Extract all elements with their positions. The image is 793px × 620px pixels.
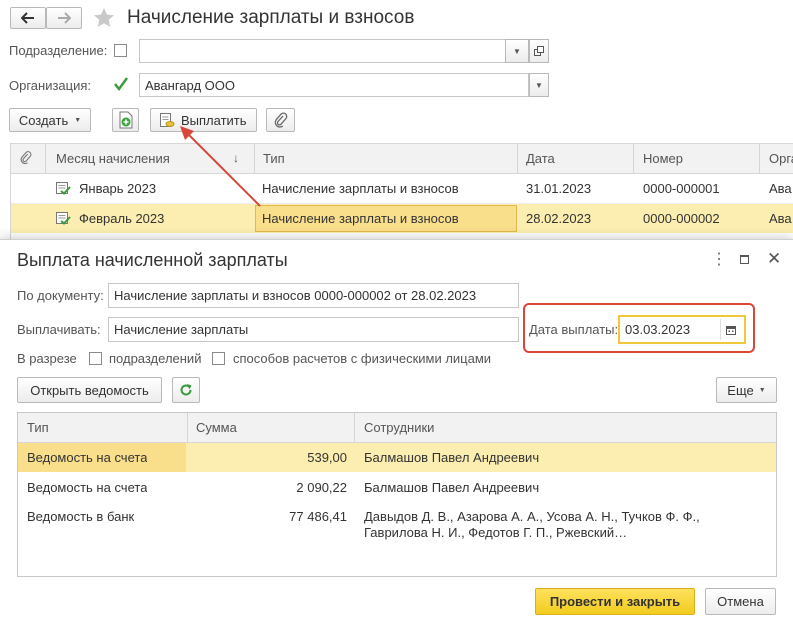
cell-type: Ведомость на счета <box>27 450 148 465</box>
cell-date: 31.01.2023 <box>526 181 592 196</box>
arrow-right-icon <box>58 12 71 24</box>
organization-dropdown-button[interactable]: ▼ <box>529 73 549 97</box>
cell-number: 0000-000002 <box>643 211 720 226</box>
star-icon[interactable] <box>92 6 116 33</box>
paperclip-icon <box>274 112 287 128</box>
more-vertical-icon[interactable]: ⋮ <box>711 250 727 270</box>
department-checkbox[interactable] <box>114 44 127 57</box>
create-button-label: Создать <box>18 112 69 128</box>
pay-field[interactable]: Начисление зарплаты <box>108 317 519 342</box>
cell-org: Ава <box>769 211 792 226</box>
department-dropdown-button[interactable]: ▼ <box>505 39 529 63</box>
triangle-down-icon: ▼ <box>74 116 82 124</box>
table-row[interactable]: Ведомость на счета 2 090,22 Балмашов Пав… <box>18 473 776 502</box>
maximize-icon[interactable] <box>740 255 749 264</box>
paperclip-icon <box>20 150 32 168</box>
column-header-org[interactable]: Орга <box>769 144 793 173</box>
open-sheet-button[interactable]: Открыть ведомость <box>17 377 162 403</box>
column-header-type[interactable]: Тип <box>27 413 49 442</box>
column-header-number[interactable]: Номер <box>643 144 683 173</box>
triangle-down-icon: ▼ <box>758 386 766 394</box>
back-button[interactable] <box>10 7 46 29</box>
by-methods-checkbox[interactable] <box>212 352 225 365</box>
column-header-date[interactable]: Дата <box>526 144 555 173</box>
cell-month: Февраль 2023 <box>79 211 165 226</box>
payments-table: Тип Сумма Сотрудники Ведомость на счета … <box>17 412 777 577</box>
section-label: В разрезе <box>17 351 77 366</box>
refresh-button[interactable] <box>172 377 200 403</box>
cell-employees: Балмашов Павел Андреевич <box>364 480 540 495</box>
pay-label: Выплачивать: <box>17 322 101 337</box>
new-document-button[interactable] <box>112 108 139 132</box>
cell-type: Начисление зарплаты и взносов <box>262 181 459 196</box>
create-button[interactable]: Создать ▼ <box>9 108 91 132</box>
forward-button[interactable] <box>46 7 82 29</box>
by-departments-checkbox[interactable] <box>89 352 102 365</box>
more-button[interactable]: Еще ▼ <box>716 377 777 403</box>
table-row[interactable]: Январь 2023 Начисление зарплаты и взносо… <box>11 174 793 204</box>
by-departments-label[interactable]: подразделений <box>109 351 201 366</box>
annotation-arrow <box>180 126 261 207</box>
triangle-down-icon: ▼ <box>535 80 543 90</box>
column-header-sum[interactable]: Сумма <box>196 413 237 442</box>
document-list: Месяц начисления ↓ Тип Дата Номер Орга Я… <box>10 143 793 240</box>
attach-button[interactable] <box>266 108 295 132</box>
post-and-close-button[interactable]: Провести и закрыть <box>535 588 695 615</box>
column-header-month[interactable]: Месяц начисления <box>56 144 170 173</box>
cell-employees: Балмашов Павел Андреевич <box>364 450 540 465</box>
triangle-down-icon: ▼ <box>513 46 521 56</box>
doc-label: По документу: <box>17 288 104 303</box>
organization-input[interactable]: Авангард ООО <box>139 73 529 97</box>
cell-sum: 2 090,22 <box>296 480 347 495</box>
table-row[interactable]: Ведомость в банк 77 486,41 Давыдов Д. В.… <box>18 502 776 548</box>
table-row-selected[interactable]: Февраль 2023 Начисление зарплаты и взнос… <box>11 204 793 233</box>
table-row-selected[interactable]: Ведомость на счета 539,00 Балмашов Павел… <box>18 443 776 472</box>
cell-month: Январь 2023 <box>79 181 157 196</box>
page-title: Начисление зарплаты и взносов <box>127 7 415 28</box>
calendar-icon[interactable] <box>726 323 736 338</box>
department-open-button[interactable] <box>529 39 549 63</box>
add-document-icon <box>119 111 132 129</box>
close-icon[interactable]: ✕ <box>767 249 781 269</box>
posted-document-icon <box>55 211 71 228</box>
cell-date: 28.02.2023 <box>526 211 592 226</box>
cancel-button[interactable]: Отмена <box>705 588 776 615</box>
column-header-employees[interactable]: Сотрудники <box>364 413 434 442</box>
pay-date-label: Дата выплаты: <box>529 322 619 337</box>
organization-label: Организация: <box>9 78 92 93</box>
by-methods-label[interactable]: способов расчетов с физическими лицами <box>233 351 491 366</box>
cell-type: Начисление зарплаты и взносов <box>262 211 459 226</box>
cell-type: Ведомость на счета <box>27 480 148 495</box>
cell-number: 0000-000001 <box>643 181 720 196</box>
arrow-left-icon <box>21 12 34 24</box>
refresh-icon <box>180 384 192 396</box>
department-input[interactable] <box>139 39 529 63</box>
posted-document-icon <box>55 181 71 198</box>
department-label: Подразделение: <box>9 43 108 58</box>
cell-type: Ведомость в банк <box>27 509 135 524</box>
cell-sum: 539,00 <box>307 450 347 465</box>
open-icon <box>534 46 544 56</box>
check-icon <box>114 77 128 91</box>
organization-checkbox[interactable] <box>113 76 129 95</box>
doc-field[interactable]: Начисление зарплаты и взносов 0000-00000… <box>108 283 519 308</box>
cell-employees-line2: Гаврилова Н. И., Федотов Г. П., Ржевский… <box>364 524 628 540</box>
cell-sum: 77 486,41 <box>289 509 347 524</box>
cell-org: Ава <box>769 181 792 196</box>
pay-salary-dialog: Выплата начисленной зарплаты ⋮ ✕ По доку… <box>0 239 793 620</box>
dialog-title: Выплата начисленной зарплаты <box>17 250 288 270</box>
